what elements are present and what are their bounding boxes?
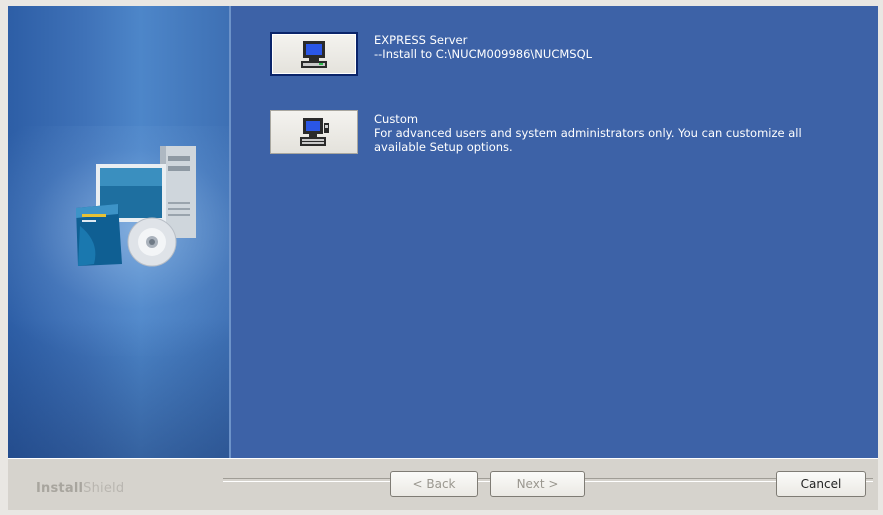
brand-light: Shield xyxy=(83,481,125,496)
computer-icon xyxy=(301,41,327,68)
computer-settings-icon xyxy=(300,118,329,146)
custom-setup-button[interactable] xyxy=(270,110,358,154)
button-bar: InstallShield < Back Next > Cancel xyxy=(8,458,878,511)
installshield-logo: InstallShield xyxy=(36,481,124,496)
brand-bold: Install xyxy=(36,481,84,496)
window-frame-bottom xyxy=(0,510,883,515)
computer-setup-illustration xyxy=(76,146,196,267)
window-frame-right xyxy=(878,0,883,515)
express-server-description: --Install to C:\NUCM009986\NUCMSQL xyxy=(374,47,593,61)
express-server-title: EXPRESS Server xyxy=(374,33,468,47)
side-banner xyxy=(8,6,229,458)
back-button[interactable]: < Back xyxy=(390,471,478,497)
next-button[interactable]: Next > xyxy=(490,471,585,497)
setup-window: EXPRESS Server --Install to C:\NUCM00998… xyxy=(0,0,883,515)
banner-shade xyxy=(8,318,229,458)
express-server-button[interactable] xyxy=(270,32,358,76)
setup-type-panel: EXPRESS Server --Install to C:\NUCM00998… xyxy=(231,6,878,458)
custom-description-line2: available Setup options. xyxy=(374,140,513,154)
window-frame-left xyxy=(0,0,8,515)
custom-description-line1: For advanced users and system administra… xyxy=(374,126,802,140)
cancel-button[interactable]: Cancel xyxy=(776,471,866,497)
custom-title: Custom xyxy=(374,112,419,126)
